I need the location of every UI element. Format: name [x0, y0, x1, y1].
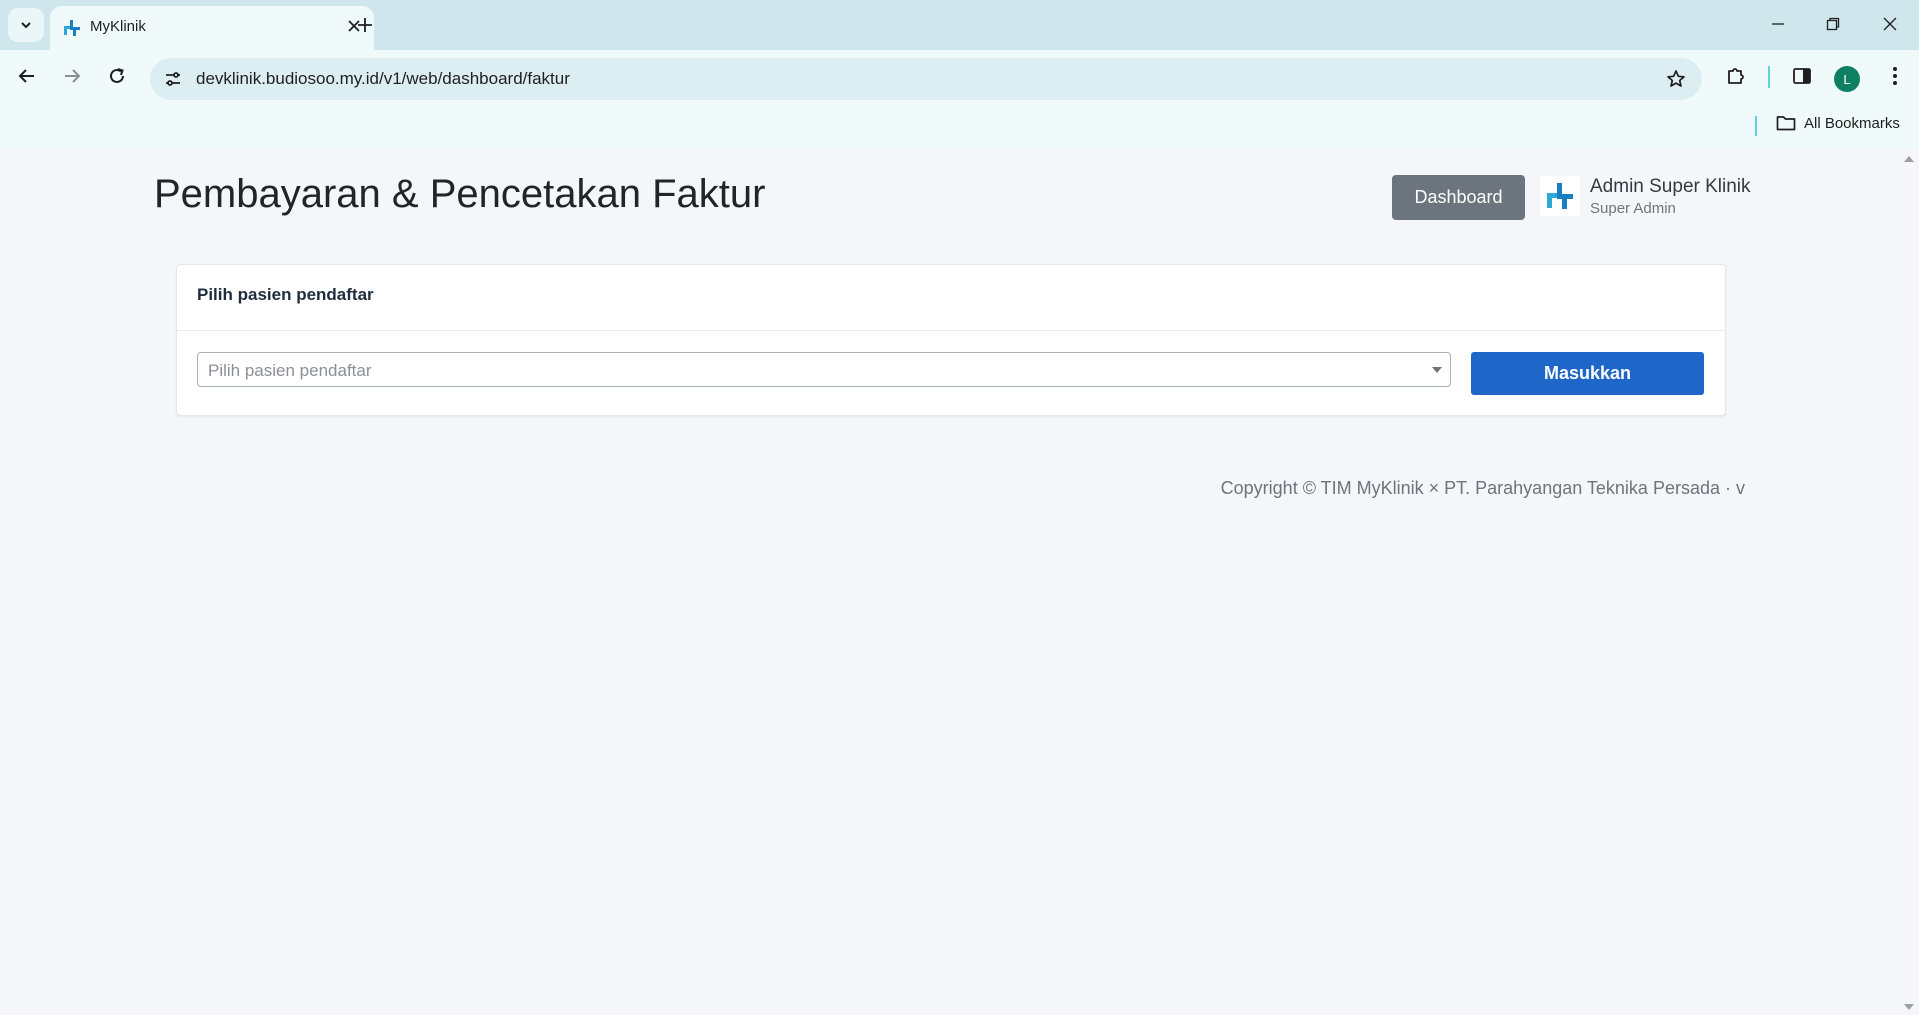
site-info-button[interactable]	[160, 66, 186, 92]
browser-tab[interactable]: MyKlinik	[50, 6, 374, 50]
dashboard-button[interactable]: Dashboard	[1392, 175, 1525, 220]
folder-icon	[1776, 116, 1796, 131]
patient-select-placeholder: Pilih pasien pendaftar	[208, 361, 372, 380]
side-panel-icon	[1793, 68, 1811, 84]
reload-button[interactable]	[101, 60, 133, 92]
plus-icon	[358, 18, 372, 32]
browser-menu-button[interactable]	[1880, 61, 1910, 91]
minimize-icon	[1772, 23, 1784, 25]
tab-title: MyKlinik	[90, 18, 146, 35]
window-close-button[interactable]	[1870, 8, 1910, 40]
star-icon	[1667, 70, 1685, 87]
all-bookmarks-label: All Bookmarks	[1804, 114, 1900, 132]
scroll-up-arrow[interactable]	[1904, 156, 1914, 162]
chevron-down-icon	[21, 22, 31, 29]
url-text[interactable]: devklinik.budiosoo.my.id/v1/web/dashboar…	[196, 69, 570, 89]
tab-search-button[interactable]	[8, 8, 44, 42]
tune-icon	[166, 72, 180, 86]
page-title: Pembayaran & Pencetakan Faktur	[154, 172, 766, 216]
myklinik-favicon-icon	[64, 20, 80, 36]
user-name: Admin Super Klinik	[1590, 176, 1751, 197]
back-button[interactable]	[11, 60, 43, 92]
page-scrollbar[interactable]	[1900, 150, 1919, 1015]
footer-copyright: Copyright © TIM MyKlinik × PT. Parahyang…	[1220, 478, 1745, 498]
submit-button[interactable]: Masukkan	[1471, 352, 1704, 395]
reload-icon	[110, 68, 124, 83]
arrow-right-icon	[65, 69, 81, 83]
profile-avatar[interactable]: L	[1834, 66, 1860, 92]
new-tab-button[interactable]	[350, 10, 380, 40]
more-vertical-icon	[1893, 67, 1897, 85]
browser-toolbar: devklinik.budiosoo.my.id/v1/web/dashboar…	[0, 50, 1919, 102]
card-title: Pilih pasien pendaftar	[197, 285, 374, 304]
scroll-down-arrow[interactable]	[1904, 1004, 1914, 1010]
clinic-logo-icon	[1540, 176, 1580, 216]
side-panel-button[interactable]	[1787, 61, 1817, 91]
extensions-button[interactable]	[1721, 61, 1751, 91]
patient-select-card: Pilih pasien pendaftar Pilih pasien pend…	[176, 264, 1726, 416]
browser-tab-bar: MyKlinik	[0, 0, 1919, 50]
restore-button[interactable]	[1813, 8, 1853, 40]
caret-down-icon	[1432, 367, 1442, 373]
restore-icon	[1826, 17, 1840, 31]
bookmark-star-button[interactable]	[1664, 67, 1688, 91]
toolbar-separator	[1768, 66, 1770, 88]
card-header: Pilih pasien pendaftar	[177, 265, 1725, 331]
minimize-button[interactable]	[1758, 8, 1798, 40]
close-icon	[1883, 17, 1897, 31]
bookmarks-separator	[1755, 116, 1757, 136]
puzzle-icon	[1728, 68, 1744, 84]
user-role: Super Admin	[1590, 200, 1676, 217]
patient-select[interactable]: Pilih pasien pendaftar	[197, 352, 1451, 387]
address-bar[interactable]: devklinik.budiosoo.my.id/v1/web/dashboar…	[150, 58, 1702, 100]
arrow-left-icon	[18, 69, 34, 83]
bookmarks-bar: All Bookmarks	[0, 102, 1919, 150]
all-bookmarks-button[interactable]: All Bookmarks	[1776, 114, 1900, 132]
forward-button[interactable]	[56, 60, 88, 92]
